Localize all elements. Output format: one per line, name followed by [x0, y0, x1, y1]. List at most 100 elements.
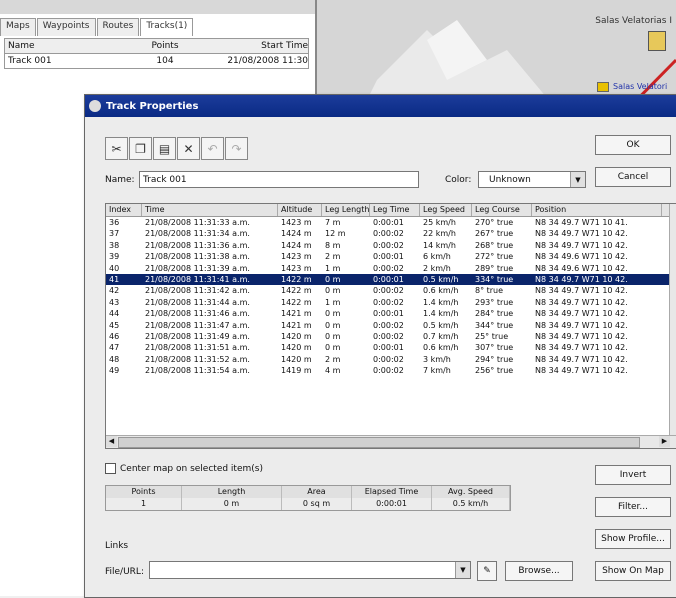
copy-icon[interactable]: ❐ [129, 137, 152, 160]
column-leg-length[interactable]: Leg Length [322, 204, 370, 216]
cell-leg-time: 0:00:01 [373, 252, 404, 262]
cell-altitude: 1422 m [281, 286, 312, 296]
color-select[interactable]: Unknown ▼ [478, 171, 586, 188]
paste-icon[interactable]: ▤ [153, 137, 176, 160]
cell-leg-speed: 1.4 km/h [423, 297, 459, 307]
cell-position: N8 34 49.6 W71 10 42. [535, 252, 628, 262]
table-row[interactable]: 46 21/08/2008 11:31:49 a.m. 1420 m 0 m 0:00:… [106, 331, 676, 342]
column-altitude[interactable]: Altitude [278, 204, 322, 216]
track-properties-dialog: Track Properties ✂ ❐ ▤ ✕ ↶ ↷ OK Cancel N… [84, 94, 676, 598]
vertical-scrollbar[interactable] [669, 204, 676, 436]
cell-leg-speed: 0.6 km/h [423, 286, 459, 296]
cell-time: 21/08/2008 11:31:46 a.m. [145, 309, 250, 319]
table-row[interactable]: 48 21/08/2008 11:31:52 a.m. 1420 m 2 m 0:00:… [106, 354, 676, 365]
column-leg-course[interactable]: Leg Course [472, 204, 532, 216]
cell-leg-time: 0:00:01 [373, 218, 404, 227]
center-map-checkbox[interactable] [105, 463, 116, 474]
track-name: Track 001 [8, 56, 52, 66]
dialog-titlebar[interactable]: Track Properties [85, 95, 676, 117]
cell-leg-length: 0 m [325, 286, 341, 296]
tab-maps[interactable]: Maps [0, 18, 36, 36]
show-profile-button[interactable]: Show Profile... [595, 529, 671, 549]
column-leg-speed[interactable]: Leg Speed [420, 204, 472, 216]
table-row[interactable]: 43 21/08/2008 11:31:44 a.m. 1422 m 1 m 0:00:… [106, 297, 676, 308]
column-points[interactable]: Points [120, 41, 210, 51]
invert-button[interactable]: Invert [595, 465, 671, 485]
cell-leg-time: 0:00:02 [373, 229, 404, 239]
waypoint-icon[interactable] [648, 31, 666, 51]
cell-leg-course: 334° true [475, 274, 514, 284]
cell-altitude: 1424 m [281, 240, 312, 250]
cell-time: 21/08/2008 11:31:54 a.m. [145, 366, 250, 376]
center-map-option[interactable]: Center map on selected item(s) [105, 463, 263, 474]
track-start-time: 21/08/2008 11:30 [227, 56, 308, 66]
cell-altitude: 1422 m [281, 297, 312, 307]
cell-altitude: 1422 m [281, 274, 312, 284]
redo-icon[interactable]: ↷ [225, 137, 248, 160]
table-row[interactable]: 42 21/08/2008 11:31:42 a.m. 1422 m 0 m 0:00:… [106, 285, 676, 296]
cell-leg-time: 0:00:02 [373, 354, 404, 364]
stats-table: Points Length Area Elapsed Time Avg. Spe… [105, 485, 511, 511]
scroll-right-icon[interactable]: ▶ [659, 436, 670, 447]
cell-leg-course: 272° true [475, 252, 514, 262]
table-row[interactable]: 40 21/08/2008 11:31:39 a.m. 1423 m 1 m 0:00:… [106, 263, 676, 274]
ok-button[interactable]: OK [595, 135, 671, 155]
undo-icon[interactable]: ↶ [201, 137, 224, 160]
name-input[interactable]: Track 001 [139, 171, 419, 188]
cell-leg-speed: 0.6 km/h [423, 343, 459, 353]
horizontal-scrollbar[interactable]: ◀ ▶ [106, 435, 676, 448]
cell-leg-time: 0:00:02 [373, 331, 404, 341]
column-start-time[interactable]: Start Time [210, 41, 308, 51]
cell-index: 38 [109, 240, 120, 250]
cell-position: N8 34 49.7 W71 10 42. [535, 240, 628, 250]
cell-leg-time: 0:00:02 [373, 297, 404, 307]
scroll-left-icon[interactable]: ◀ [106, 436, 117, 447]
scissors-icon[interactable]: ✂ [105, 137, 128, 160]
cell-leg-time: 0:00:01 [373, 343, 404, 353]
table-row[interactable]: 39 21/08/2008 11:31:38 a.m. 1423 m 2 m 0:00:… [106, 251, 676, 262]
column-leg-time[interactable]: Leg Time [370, 204, 420, 216]
tab-routes[interactable]: Routes [96, 18, 140, 36]
flag-icon[interactable] [597, 82, 609, 92]
cell-leg-time: 0:00:02 [373, 320, 404, 330]
pencil-icon[interactable]: ✎ [477, 561, 497, 581]
tab-waypoints[interactable]: Waypoints [36, 18, 96, 36]
cell-position: N8 34 49.7 W71 10 41. [535, 218, 628, 227]
tab-tracks[interactable]: Tracks(1) [140, 18, 194, 36]
cell-leg-speed: 2 km/h [423, 263, 451, 273]
cell-leg-length: 0 m [325, 309, 341, 319]
cell-leg-length: 0 m [325, 331, 341, 341]
table-row[interactable]: 37 21/08/2008 11:31:34 a.m. 1424 m 12 m 0:00… [106, 228, 676, 239]
cell-index: 41 [109, 274, 120, 284]
table-row[interactable]: 47 21/08/2008 11:31:51 a.m. 1420 m 0 m 0:00:… [106, 342, 676, 353]
cell-index: 49 [109, 366, 120, 376]
show-on-map-button[interactable]: Show On Map [595, 561, 671, 581]
browse-button[interactable]: Browse... [505, 561, 573, 581]
cell-leg-speed: 14 km/h [423, 240, 456, 250]
center-map-label: Center map on selected item(s) [120, 463, 263, 474]
chevron-down-icon[interactable]: ▼ [455, 562, 470, 578]
column-position[interactable]: Position [532, 204, 662, 216]
chevron-down-icon[interactable]: ▼ [570, 172, 585, 187]
stat-header: Points [106, 486, 182, 498]
column-name[interactable]: Name [5, 41, 120, 51]
track-row[interactable]: Track 001 104 21/08/2008 11:30 [5, 54, 308, 68]
scroll-thumb[interactable] [118, 437, 640, 448]
table-row[interactable]: 49 21/08/2008 11:31:54 a.m. 1419 m 4 m 0:00:… [106, 365, 676, 376]
table-row[interactable]: 36 21/08/2008 11:31:33 a.m. 1423 m 7 m 0:00:… [106, 217, 676, 228]
table-row[interactable]: 38 21/08/2008 11:31:36 a.m. 1424 m 8 m 0:00:… [106, 240, 676, 251]
cell-leg-course: 267° true [475, 229, 514, 239]
column-time[interactable]: Time [142, 204, 278, 216]
table-row[interactable]: 44 21/08/2008 11:31:46 a.m. 1421 m 0 m 0:00:… [106, 308, 676, 319]
cell-leg-speed: 0.7 km/h [423, 331, 459, 341]
cancel-button[interactable]: Cancel [595, 167, 671, 187]
delete-icon[interactable]: ✕ [177, 137, 200, 160]
cell-time: 21/08/2008 11:31:41 a.m. [145, 274, 250, 284]
column-index[interactable]: Index [106, 204, 142, 216]
cell-leg-course: 293° true [475, 297, 514, 307]
table-row[interactable]: 41 21/08/2008 11:31:41 a.m. 1422 m 0 m 0:00:… [106, 273, 676, 286]
cell-index: 42 [109, 286, 120, 296]
file-url-input[interactable]: ▼ [149, 561, 471, 579]
filter-button[interactable]: Filter... [595, 497, 671, 517]
table-row[interactable]: 45 21/08/2008 11:31:47 a.m. 1421 m 0 m 0:00:… [106, 320, 676, 331]
